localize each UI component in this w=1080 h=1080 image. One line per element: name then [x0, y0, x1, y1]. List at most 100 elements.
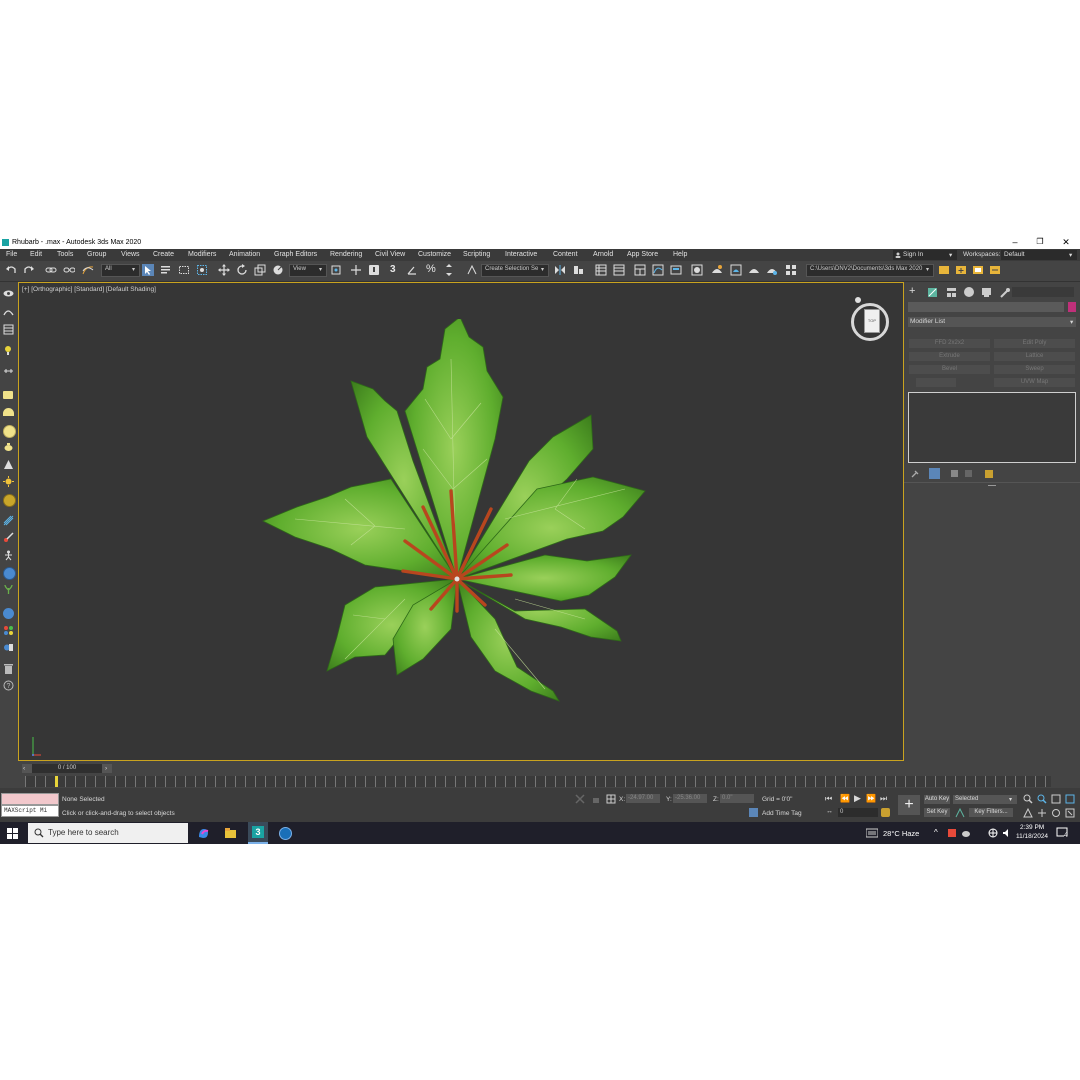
render-in-cloud-icon[interactable] — [785, 264, 797, 276]
render-production-icon[interactable] — [748, 264, 760, 276]
modifier-stack[interactable] — [908, 392, 1076, 463]
menu-tools[interactable]: Tools — [57, 251, 73, 258]
layer-explorer-icon[interactable] — [613, 264, 625, 276]
snap-icon[interactable] — [3, 306, 14, 317]
menu-help[interactable]: Help — [673, 251, 687, 258]
menu-modifiers[interactable]: Modifiers — [188, 251, 216, 258]
field-of-view-icon[interactable] — [1023, 808, 1033, 818]
project-open-icon[interactable] — [938, 264, 950, 276]
time-configuration-icon[interactable] — [881, 808, 890, 817]
display-tab-icon[interactable] — [981, 287, 992, 298]
render-setup-icon[interactable] — [711, 264, 723, 276]
cloud-tray-icon[interactable] — [961, 828, 971, 838]
menu-app-store[interactable]: App Store — [627, 251, 658, 258]
viewport-label[interactable]: [+] [Orthographic] [Standard] [Default S… — [22, 286, 156, 293]
close-icon[interactable]: ✕ — [1059, 237, 1073, 248]
go-to-end-icon[interactable]: ⏭ — [880, 794, 887, 804]
select-manipulate-icon[interactable] — [350, 264, 362, 276]
scene-state-icon[interactable] — [3, 642, 14, 653]
track-bar[interactable] — [25, 776, 1051, 787]
weather-icon[interactable] — [866, 828, 878, 838]
motion-tab-icon[interactable] — [964, 287, 974, 297]
material-editor-icon[interactable] — [691, 264, 703, 276]
time-slider[interactable]: ‹ 0 / 100 › — [22, 764, 112, 773]
auto-key-button[interactable]: Auto Key — [924, 795, 950, 804]
rotate-icon[interactable] — [236, 264, 248, 276]
selection-lock-icon[interactable] — [591, 794, 601, 804]
current-frame-field[interactable]: 0 — [838, 808, 878, 817]
rendered-frame-window-icon[interactable] — [730, 264, 742, 276]
move-icon[interactable] — [218, 264, 230, 276]
key-filters-icon[interactable] — [955, 808, 965, 818]
globe-icon[interactable] — [3, 567, 16, 580]
viewcube-ring[interactable]: TOP — [851, 303, 889, 341]
viewport-top[interactable]: [+] [Orthographic] [Standard] [Default S… — [18, 282, 904, 761]
zoom-icon[interactable] — [1023, 794, 1033, 804]
modifier-list-select[interactable]: Modifier List ▾ — [908, 317, 1076, 327]
object-name-field[interactable] — [908, 302, 1064, 312]
sign-in-button[interactable]: Sign In ▾ — [893, 250, 957, 260]
undo-icon[interactable] — [5, 264, 17, 276]
network-globe-icon[interactable] — [988, 828, 998, 838]
tools-icon[interactable] — [3, 366, 14, 377]
rhubarb-model[interactable] — [255, 319, 655, 709]
show-end-result-icon[interactable] — [929, 468, 940, 479]
teapot-icon[interactable] — [3, 442, 14, 453]
modifier-button-lattice[interactable]: Lattice — [994, 352, 1075, 361]
home-icon[interactable] — [855, 297, 861, 303]
sun-icon[interactable] — [3, 476, 14, 487]
maxscript-mini-listener[interactable]: MAXScript Mi — [1, 805, 59, 817]
x-coordinate-field[interactable]: -24.97.00 — [626, 794, 660, 803]
menu-views[interactable]: Views — [121, 251, 140, 258]
biped-icon[interactable] — [3, 550, 14, 561]
bind-space-warp-icon[interactable] — [82, 264, 94, 276]
y-coordinate-field[interactable]: -25.36.00 — [673, 794, 707, 803]
absolute-mode-icon[interactable] — [606, 794, 616, 804]
menu-rendering[interactable]: Rendering — [330, 251, 362, 258]
modifier-button-bevel[interactable]: Bevel — [909, 365, 990, 374]
chevron-left-icon[interactable]: ‹ — [23, 765, 25, 772]
pdf-tray-icon[interactable] — [947, 828, 957, 838]
modifier-button-ffd[interactable]: FFD 2x2x2 — [909, 339, 990, 348]
paint-icon[interactable] — [3, 532, 14, 543]
minimize-icon[interactable]: – — [1008, 237, 1022, 247]
speaker-icon[interactable] — [1002, 828, 1012, 838]
window-crossing-icon[interactable] — [196, 264, 208, 276]
menu-create[interactable]: Create — [153, 251, 174, 258]
place-icon[interactable] — [272, 264, 284, 276]
material-balls-icon[interactable] — [3, 625, 14, 636]
selection-filter-select[interactable]: All ▾ — [101, 264, 140, 277]
clock-time[interactable]: 2:39 PM — [1020, 824, 1044, 831]
redo-icon[interactable] — [23, 264, 35, 276]
panel-grip[interactable] — [988, 485, 996, 486]
hierarchy-tab-icon[interactable] — [946, 287, 957, 298]
geosphere-icon[interactable] — [3, 494, 16, 507]
zoom-extents-icon[interactable] — [1051, 794, 1061, 804]
menu-civil-view[interactable]: Civil View — [375, 251, 405, 258]
reference-coordinate-select[interactable]: View ▾ — [289, 264, 327, 277]
maximize-viewport-icon[interactable] — [1065, 808, 1075, 818]
selection-set-select[interactable]: Create Selection Se ▾ — [481, 264, 549, 277]
add-time-tag-button[interactable]: Add Time Tag — [762, 810, 802, 817]
menu-animation[interactable]: Animation — [229, 251, 260, 258]
menu-customize[interactable]: Customize — [418, 251, 451, 258]
menu-interactive[interactable]: Interactive — [505, 251, 537, 258]
make-unique-icon[interactable] — [950, 469, 960, 479]
project-folder-select[interactable]: C:\Users\DNV2\Documents\3ds Max 2020 ▾ — [806, 264, 934, 277]
modify-tab-icon[interactable] — [927, 287, 938, 298]
scale-icon[interactable] — [254, 264, 266, 276]
viewport-layout-icon[interactable] — [3, 288, 14, 299]
utilities-tab-icon[interactable] — [999, 287, 1010, 298]
windows-start-icon[interactable] — [7, 828, 18, 839]
next-frame-icon[interactable]: ⏩ — [866, 794, 876, 803]
trash-icon[interactable] — [3, 663, 14, 674]
unlink-icon[interactable] — [63, 264, 75, 276]
frame-counter[interactable]: 0 / 100 — [32, 764, 102, 773]
sphere-icon[interactable] — [3, 425, 16, 438]
project-new-icon[interactable] — [955, 264, 967, 276]
light-icon[interactable] — [3, 345, 14, 356]
set-key-plus-icon[interactable]: + — [898, 795, 920, 815]
key-filters-button[interactable]: Key Filters... — [969, 808, 1013, 817]
current-frame-marker[interactable] — [55, 776, 58, 787]
play-icon[interactable]: ▶ — [854, 793, 861, 804]
